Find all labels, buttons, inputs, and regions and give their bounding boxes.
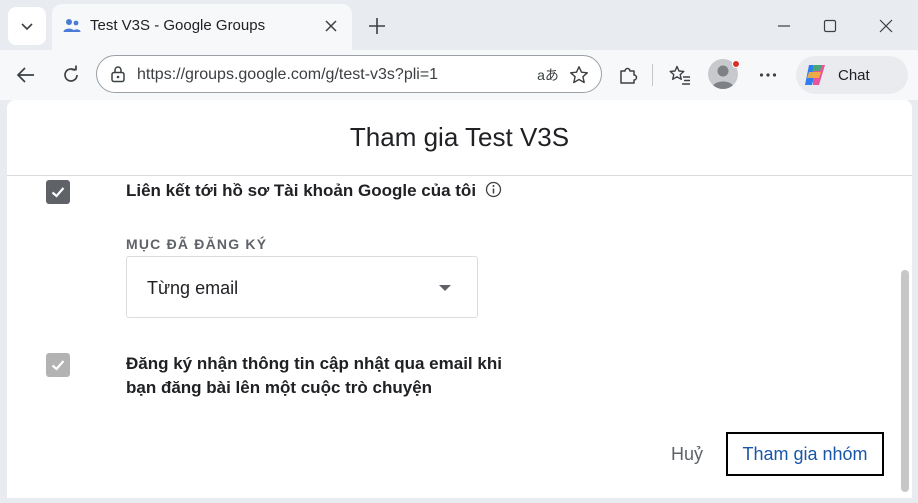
maximize-button[interactable] [810,8,850,44]
active-tab[interactable]: Test V3S - Google Groups [52,4,352,50]
close-icon [879,19,893,33]
link-profile-text: Liên kết tới hồ sơ Tài khoản Google của … [126,181,477,200]
tab-close-button[interactable] [320,15,342,37]
maximize-icon [823,19,837,33]
more-horizontal-icon [759,73,777,77]
tab-strip: Test V3S - Google Groups [0,0,918,50]
plus-icon [369,18,385,34]
minimize-icon [778,25,790,27]
tab-title: Test V3S - Google Groups [90,17,266,34]
copilot-icon [805,65,825,85]
minimize-button[interactable] [764,8,804,44]
info-icon[interactable] [485,181,502,198]
link-profile-label: Liên kết tới hồ sơ Tài khoản Google của … [126,179,502,203]
email-updates-checkbox[interactable] [46,353,70,377]
favorite-button[interactable] [567,63,591,87]
puzzle-icon [620,67,638,84]
extensions-button[interactable] [612,59,644,91]
new-tab-button[interactable] [362,11,392,41]
url-text[interactable]: https://groups.google.com/g/test-v3s?pli… [137,66,438,84]
toolbar-separator [652,64,653,86]
dialog-title: Tham gia Test V3S [349,122,570,152]
link-profile-checkbox[interactable] [46,180,70,204]
close-icon [325,20,337,32]
lock-icon[interactable] [109,65,127,83]
cancel-button[interactable]: Huỷ [657,436,717,472]
more-options-button[interactable] [752,59,784,91]
browser-toolbar: https://groups.google.com/g/test-v3s?pli… [0,50,918,100]
chat-label: Chat [838,66,870,84]
dropdown-arrow-icon [439,285,451,291]
groups-icon [63,19,81,32]
favorites-button[interactable] [664,59,696,91]
join-group-button[interactable]: Tham gia nhóm [726,432,884,476]
tab-search-button[interactable] [8,7,46,45]
email-updates-label: Đăng ký nhận thông tin cập nhật qua emai… [126,352,502,400]
dialog-scrollbar[interactable] [901,270,909,492]
subscription-section-label: MỤC ĐÃ ĐĂNG KÝ [126,236,268,252]
favorites-list-icon [669,65,690,85]
arrow-left-icon [16,67,34,83]
subscription-select[interactable]: Từng email [126,256,478,318]
email-updates-line2: bạn đăng bài lên một cuộc trò chuyện [126,378,433,397]
checkmark-icon [51,360,65,371]
reload-button[interactable] [55,59,87,91]
translate-icon[interactable]: aあ [537,64,559,86]
back-button[interactable] [10,59,42,91]
star-icon [570,66,588,84]
subscription-select-value: Từng email [147,278,239,298]
window-close-button[interactable] [866,8,906,44]
dialog-header: Tham gia Test V3S [7,100,912,176]
reload-icon [64,65,78,82]
chevron-down-icon [21,23,33,31]
translate-glyph: aあ [537,67,559,83]
copilot-chat-button[interactable]: Chat [796,56,908,94]
email-updates-line1: Đăng ký nhận thông tin cập nhật qua emai… [126,354,502,373]
notification-dot [732,60,740,68]
checkmark-icon [51,187,65,198]
address-bar[interactable]: https://groups.google.com/g/test-v3s?pli… [96,55,602,93]
page-viewport: Tham gia Test V3S Liên kết tới hồ sơ Tài… [7,100,912,498]
